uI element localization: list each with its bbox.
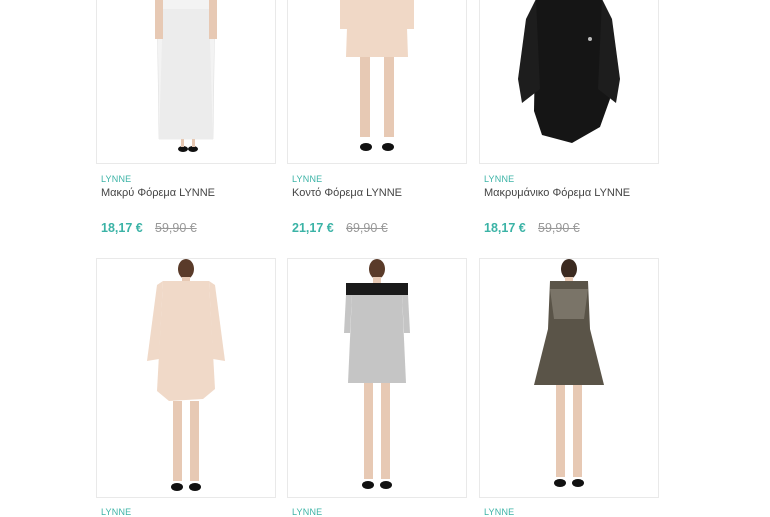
product-brand[interactable]: LYNNE [292,174,322,184]
product-old-price: 59,90 € [538,221,580,235]
product-image[interactable] [479,0,659,164]
product-price: 18,17 € [484,221,526,235]
product-image[interactable] [96,0,276,164]
product-image[interactable] [287,0,467,164]
product-card[interactable]: LYNNE Κοντό Φόρεμα LYNNE 21,17 € 69,90 € [287,0,467,240]
product-card[interactable]: LYNNE Μακρυμάνικο Φόρεμα LYNNE 18,17 € 5… [479,0,659,240]
product-old-price: 59,90 € [155,221,197,235]
product-image[interactable] [479,258,659,498]
product-price: 21,17 € [292,221,334,235]
product-card[interactable]: LYNNE [479,258,659,517]
product-brand[interactable]: LYNNE [101,507,131,517]
product-name[interactable]: Μακρύ Φόρεμα LYNNE [101,187,215,199]
product-name[interactable]: Μακρυμάνικο Φόρεμα LYNNE [484,187,630,199]
product-name[interactable]: Κοντό Φόρεμα LYNNE [292,187,402,199]
product-price: 18,17 € [101,221,143,235]
product-card[interactable]: LYNNE [287,258,467,517]
product-brand[interactable]: LYNNE [484,507,514,517]
product-old-price: 69,90 € [346,221,388,235]
product-brand[interactable]: LYNNE [101,174,131,184]
product-brand[interactable]: LYNNE [484,174,514,184]
product-image[interactable] [96,258,276,498]
product-brand[interactable]: LYNNE [292,507,322,517]
product-image[interactable] [287,258,467,498]
product-card[interactable]: LYNNE [96,258,276,517]
product-card[interactable]: LYNNE Μακρύ Φόρεμα LYNNE 18,17 € 59,90 € [96,0,276,240]
